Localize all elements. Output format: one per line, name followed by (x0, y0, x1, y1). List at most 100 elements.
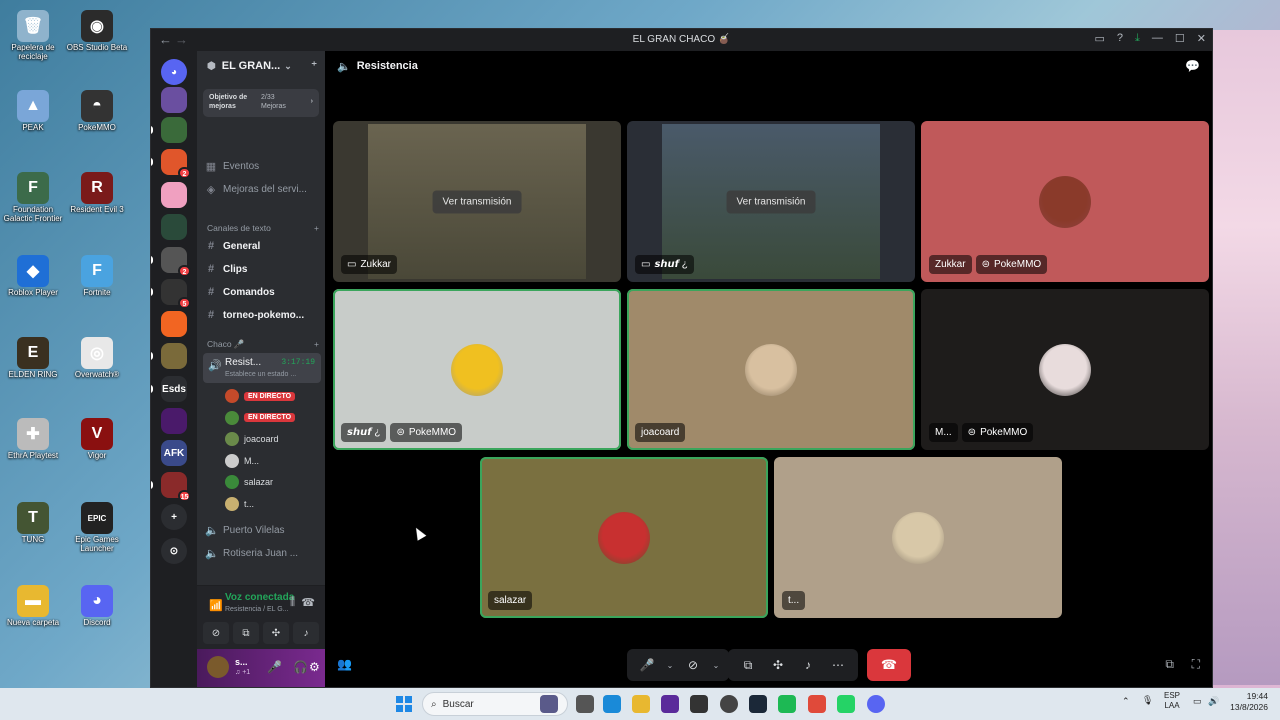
server-icon[interactable]: ◕ (161, 59, 187, 85)
camera-off-button[interactable]: ⊘ (203, 622, 229, 644)
inbox-icon[interactable]: ▭ (1095, 32, 1105, 45)
desktop-icon[interactable]: 🗑 Papelera de reciclaje (2, 10, 64, 62)
voice-member[interactable]: EN DIRECTO (225, 409, 321, 427)
chat-icon[interactable]: 💬 (1185, 59, 1200, 73)
add-channel-icon[interactable]: + (314, 223, 319, 233)
spotify-icon[interactable] (778, 695, 796, 713)
settings-gear-icon[interactable]: ⚙ (309, 660, 320, 674)
participant-tile[interactable]: joacoard (627, 289, 915, 450)
participant-tile[interactable]: Zukkar ⊜ PokeMMO (921, 121, 1209, 282)
server-icon[interactable]: AFK (161, 440, 187, 466)
fullscreen-icon[interactable]: ⛶ (1192, 657, 1200, 672)
widgets-icon[interactable] (540, 695, 558, 713)
desktop-icon[interactable]: F Fortnite (66, 255, 128, 298)
maximize-button[interactable]: ☐ (1175, 32, 1185, 45)
add-voice-channel-icon[interactable]: + (314, 339, 319, 350)
participant-tile[interactable]: 𝙨𝙝𝙪𝙛 ¿ ⊜ PokeMMO (333, 289, 621, 450)
participant-tile[interactable]: M... ⊜ PokeMMO (921, 289, 1209, 450)
text-channel-item[interactable]: # Comandos (205, 283, 321, 301)
camera-button[interactable]: ⊘ (679, 653, 707, 677)
avatar[interactable] (207, 656, 229, 678)
desktop-icon[interactable]: T TUNG (2, 502, 64, 545)
server-icon[interactable] (161, 311, 187, 337)
file-explorer-icon[interactable] (576, 695, 594, 713)
server-icon[interactable] (151, 117, 187, 143)
close-button[interactable]: ✕ (1197, 32, 1206, 45)
desktop-icon[interactable]: E ELDEN RING (2, 337, 64, 380)
desktop-icon[interactable]: R Resident Evil 3 (66, 172, 128, 215)
voice-status[interactable]: Establece un estado ... (225, 371, 296, 378)
activities-button[interactable]: ✣ (263, 622, 289, 644)
server-icon[interactable] (161, 182, 187, 208)
server-icon[interactable]: 5 (151, 279, 191, 309)
events-item[interactable]: ▦ Eventos (205, 157, 321, 175)
voice-channel-item[interactable]: 🔈 Puerto Vilelas (205, 521, 321, 539)
voice-member[interactable]: EN DIRECTO (225, 387, 321, 405)
participant-tile[interactable]: t... (774, 457, 1062, 618)
desktop-icon[interactable]: ◎ Overwatch® (66, 337, 128, 380)
server-icon[interactable]: ⊙ (161, 538, 187, 564)
invite-to-voice-icon[interactable]: 👥 (337, 657, 352, 671)
desktop-icon[interactable]: ◕ Discord (66, 585, 128, 628)
boost-goal[interactable]: Objetivo de mejoras 2/33 Mejoras › (203, 89, 319, 117)
microphone-button[interactable]: 🎤 (633, 653, 661, 677)
text-channel-item[interactable]: # torneo-pokemo... (205, 306, 321, 324)
desktop-icon[interactable]: ▬ Nueva carpeta (2, 585, 64, 628)
edge-icon[interactable] (603, 695, 621, 713)
participant-tile[interactable]: Ver transmisión ▭ Zukkar (333, 121, 621, 282)
minimize-button[interactable]: — (1152, 32, 1163, 45)
text-channels-category[interactable]: Canales de texto + (207, 223, 319, 233)
language-indicator[interactable]: ESP LAA (1164, 691, 1180, 712)
disconnect-icon[interactable]: ☎ (301, 596, 315, 609)
start-button[interactable] (396, 696, 412, 712)
desktop-icon[interactable]: V Vigor (66, 418, 128, 461)
screen-share-button[interactable]: ⧉ (233, 622, 259, 644)
participant-tile[interactable]: salazar (480, 457, 768, 618)
microphone-tray-icon[interactable]: 🎙 (1142, 695, 1153, 706)
server-header[interactable]: ⬢ EL GRAN... ⌄ ⁺ (197, 51, 325, 81)
active-voice-channel[interactable]: 🔊 Resist... 3:17:19 Establece un estado … (203, 353, 321, 383)
chevron-up-icon[interactable]: ⌃ (1122, 696, 1130, 707)
soundboard-button[interactable]: ♪ (794, 653, 822, 677)
discord-icon[interactable] (867, 695, 885, 713)
desktop-icon[interactable]: ▲ PEAK (2, 90, 64, 133)
folder-icon[interactable] (632, 695, 650, 713)
voice-location[interactable]: Resistencia / EL G... (225, 606, 289, 613)
server-icon[interactable]: Esds (151, 376, 187, 402)
server-icon[interactable] (161, 408, 187, 434)
desktop-icon[interactable]: EPIC Epic Games Launcher (66, 502, 128, 554)
voice-member[interactable]: salazar (225, 473, 321, 491)
invite-icon[interactable]: ⁺ (311, 59, 317, 72)
text-channel-item[interactable]: # General (205, 237, 321, 255)
voice-member[interactable]: joacoard (225, 430, 321, 448)
desktop-icon[interactable]: ◆ Roblox Player (2, 255, 64, 298)
desktop-icon[interactable]: ◓ PokeMMO (66, 90, 128, 133)
download-icon[interactable]: ⤓ (1135, 32, 1140, 45)
server-icon[interactable]: 15 (151, 472, 191, 502)
clock[interactable]: 19:44 13/8/2026 (1230, 691, 1268, 714)
popout-icon[interactable]: ⧉ (1165, 657, 1174, 672)
server-icon[interactable]: 2 (151, 247, 191, 277)
voice-member[interactable]: t... (225, 495, 321, 513)
cortana-icon[interactable] (661, 695, 679, 713)
disconnect-button[interactable]: ☎ (867, 649, 911, 681)
server-icon[interactable]: 2 (151, 149, 191, 179)
voice-channel-item[interactable]: 🔈 Rotiseria Juan ... (205, 544, 321, 562)
watch-stream-button[interactable]: Ver transmisión (432, 190, 522, 213)
server-icon[interactable] (151, 343, 187, 369)
voice-member[interactable]: M... (225, 452, 321, 470)
screen-share-button[interactable]: ⧉ (734, 653, 762, 677)
steam-icon[interactable] (749, 695, 767, 713)
whatsapp-icon[interactable] (837, 695, 855, 713)
noise-suppression-icon[interactable]: ⫼ (290, 596, 295, 609)
headphones-icon[interactable]: 🎧 (293, 660, 308, 674)
server-icon[interactable] (161, 214, 187, 240)
volume-icon[interactable]: 🔊 (1208, 696, 1219, 707)
chrome-icon[interactable] (808, 695, 826, 713)
more-options-button[interactable]: ⋯ (824, 653, 852, 677)
server-boosts-item[interactable]: ◈ Mejoras del servi... (205, 180, 321, 198)
help-icon[interactable]: ? (1117, 32, 1123, 45)
desktop-icon[interactable]: F Foundation Galactic Frontier (2, 172, 64, 224)
text-channel-item[interactable]: # Clips (205, 260, 321, 278)
mic-options-caret[interactable]: ⌄ (663, 661, 677, 670)
